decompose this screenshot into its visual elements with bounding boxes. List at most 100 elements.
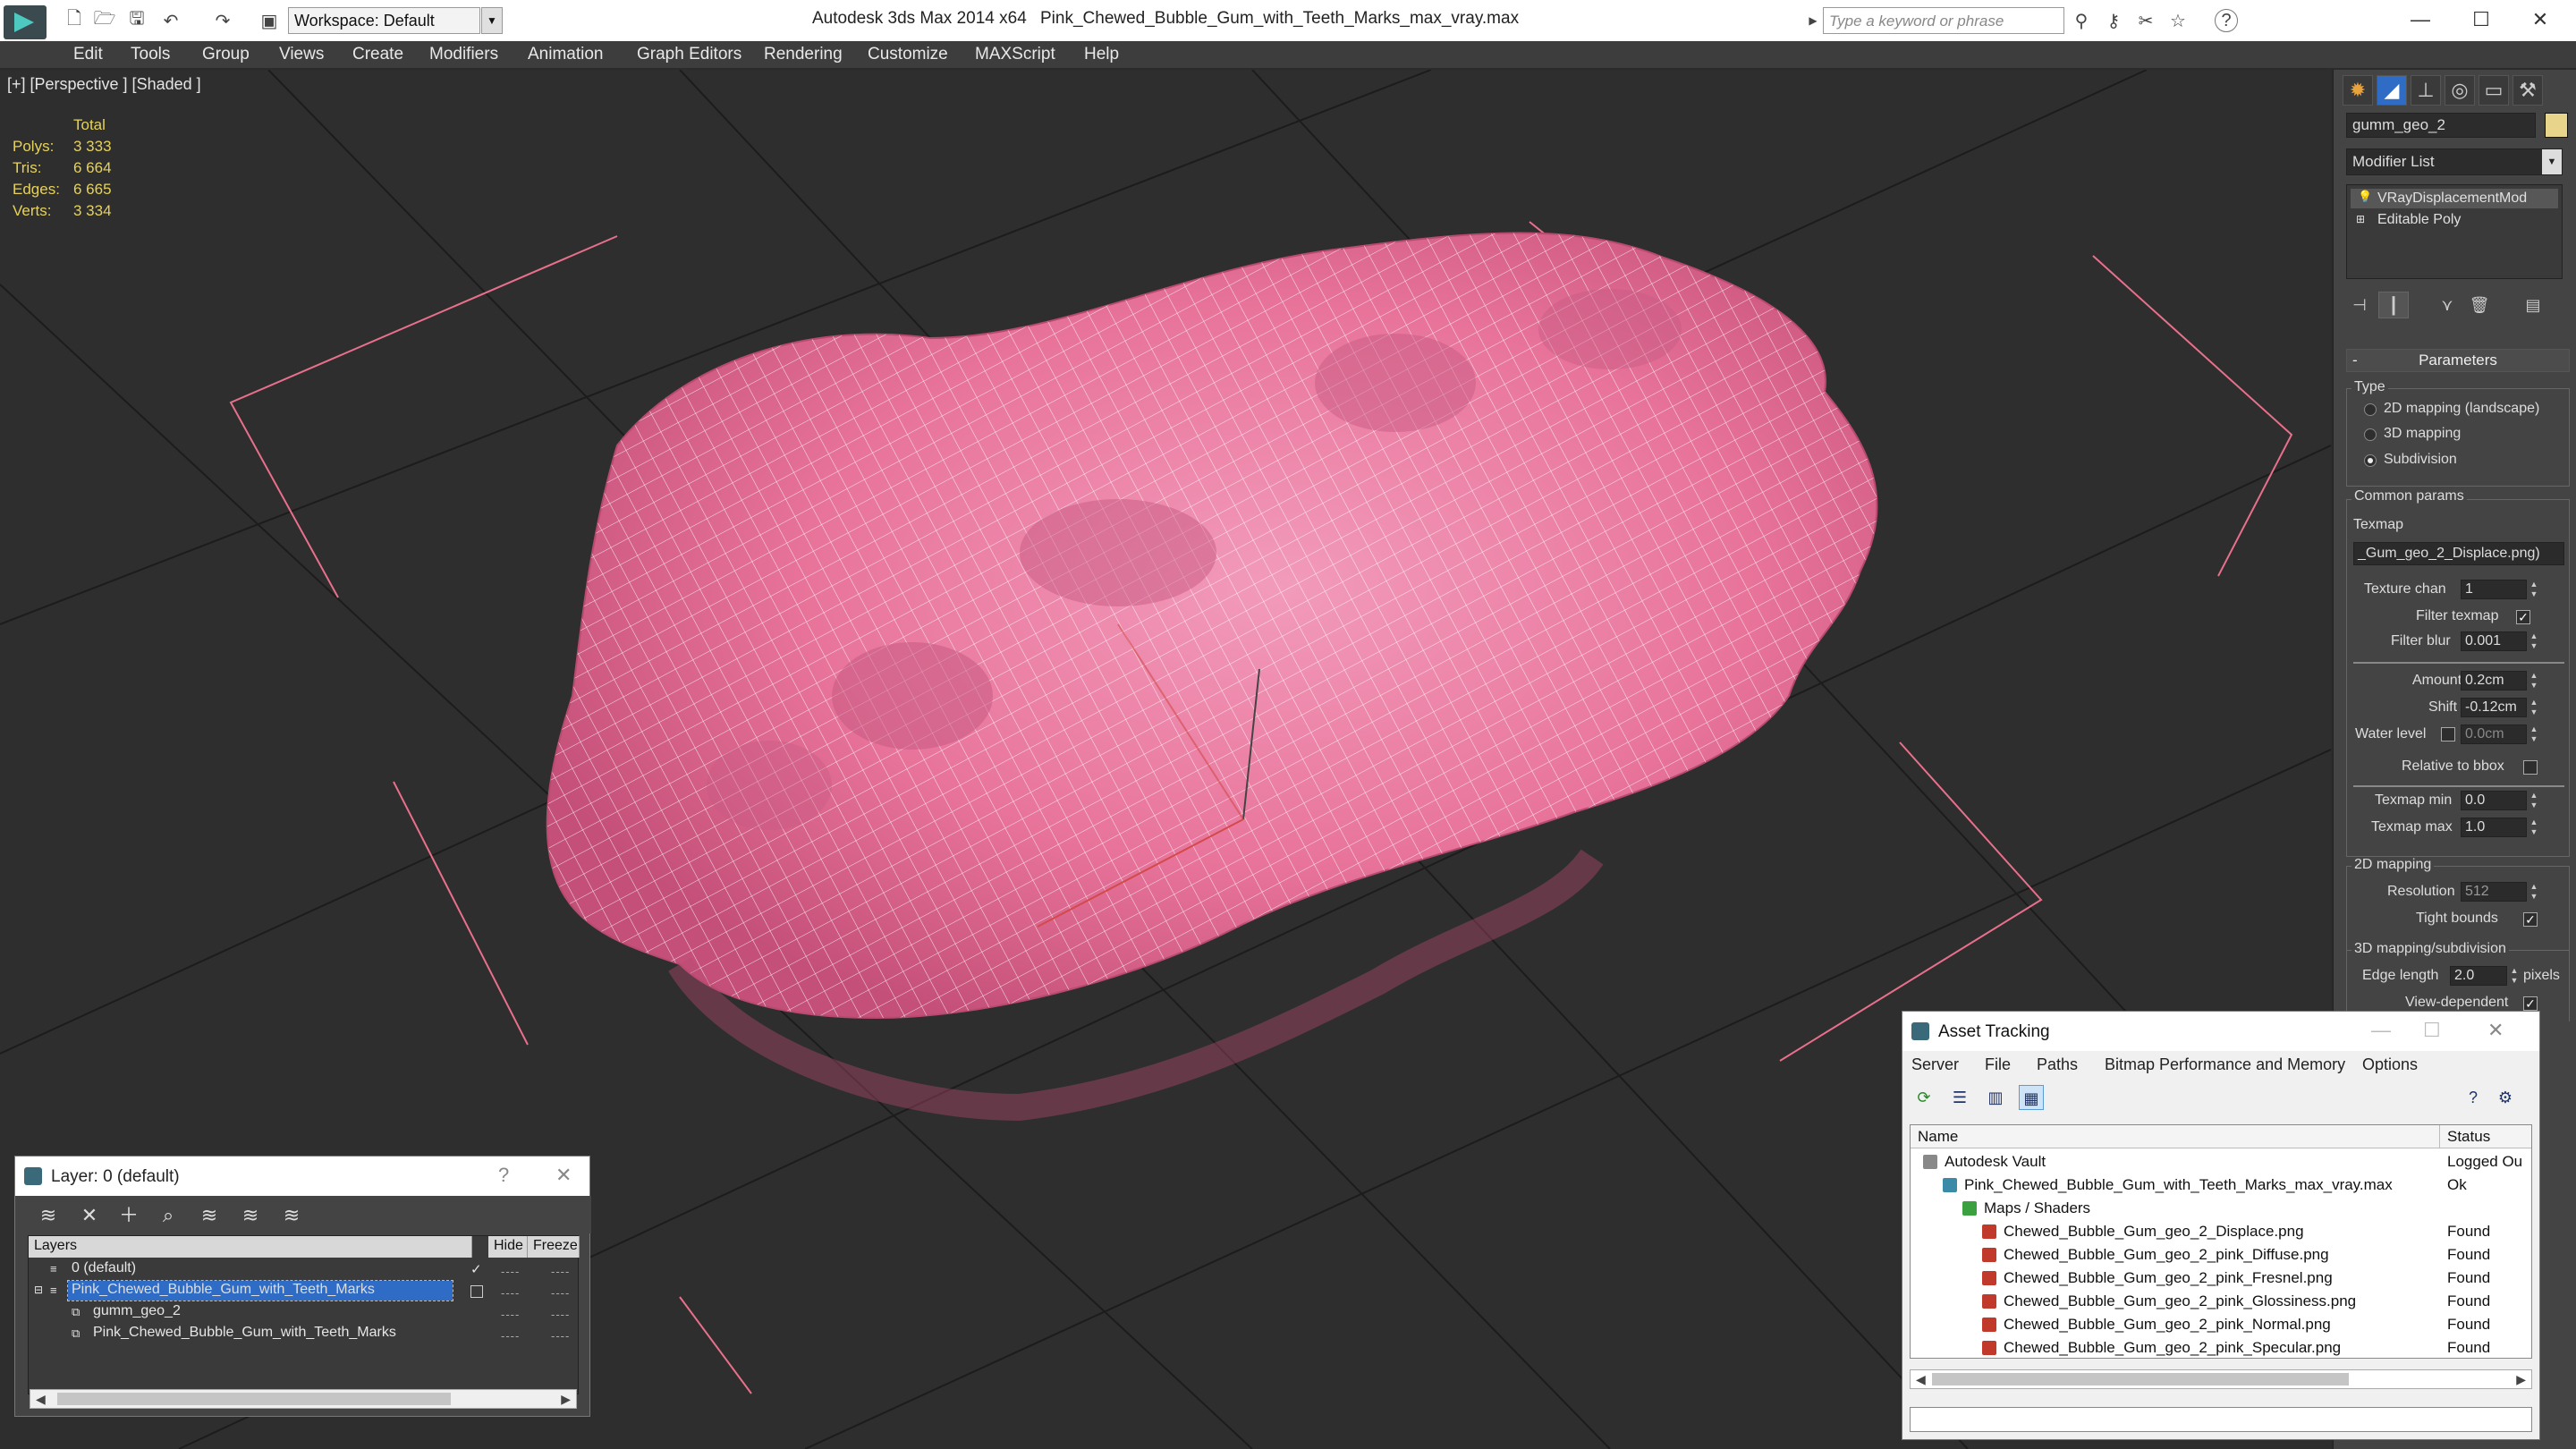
asset-row[interactable]: Chewed_Bubble_Gum_geo_2_pink_Diffuse.png… bbox=[1911, 1243, 2531, 1267]
chevron-down-icon[interactable]: ▼ bbox=[2542, 149, 2562, 174]
menu-options[interactable]: Options bbox=[2362, 1055, 2418, 1074]
viewport-label[interactable]: [+] [Perspective ] [Shaded ] bbox=[7, 75, 201, 94]
hide-all-layers-icon[interactable]: ≋ bbox=[237, 1203, 264, 1228]
water-level-field[interactable]: 0.0cm bbox=[2461, 724, 2527, 744]
stack-item-vraydisplacement[interactable]: 💡 VRayDisplacementMod bbox=[2351, 189, 2558, 208]
texmap-button[interactable]: _Gum_geo_2_Displace.png) bbox=[2353, 542, 2564, 565]
layer-row[interactable]: ⧉ gumm_geo_2 ---- ---- bbox=[29, 1302, 578, 1324]
spinner-arrows-icon[interactable]: ▲ ▼ bbox=[2529, 631, 2539, 651]
layer-window-titlebar[interactable]: Layer: 0 (default) ? ✕ bbox=[15, 1157, 589, 1196]
column-header-hide[interactable]: Hide bbox=[488, 1236, 528, 1258]
collapse-icon[interactable]: ⊟ bbox=[34, 1284, 43, 1296]
spinner-arrows-icon[interactable]: ▲ ▼ bbox=[2529, 671, 2539, 691]
hide-toggle[interactable]: ---- bbox=[501, 1265, 520, 1278]
open-file-icon[interactable]: 🗁 bbox=[93, 9, 116, 32]
detail-view-icon[interactable]: ▥ bbox=[1983, 1085, 2008, 1110]
settings-icon[interactable]: ⚙ bbox=[2493, 1085, 2518, 1110]
hide-toggle[interactable]: ---- bbox=[501, 1329, 520, 1343]
close-button[interactable]: ✕ bbox=[2487, 1019, 2504, 1042]
asset-row[interactable]: Pink_Chewed_Bubble_Gum_with_Teeth_Marks_… bbox=[1911, 1174, 2531, 1197]
remove-modifier-icon[interactable]: 🗑 bbox=[2464, 292, 2495, 318]
menu-maxscript[interactable]: MAXScript bbox=[975, 45, 1055, 64]
scroll-left-icon[interactable]: ◀ bbox=[36, 1390, 46, 1408]
spinner-arrows-icon[interactable]: ▲ ▼ bbox=[2529, 818, 2539, 837]
motion-tab-icon[interactable]: ◎ bbox=[2445, 75, 2475, 106]
layer-row[interactable]: ⊟ ≡ Pink_Chewed_Bubble_Gum_with_Teeth_Ma… bbox=[29, 1280, 578, 1302]
close-button[interactable]: ✕ bbox=[555, 1164, 572, 1187]
menu-customize[interactable]: Customize bbox=[868, 45, 948, 64]
horizontal-scrollbar[interactable]: ◀ ▶ bbox=[30, 1389, 577, 1409]
freeze-toggle[interactable]: ---- bbox=[551, 1329, 570, 1343]
texmap-max-field[interactable]: 1.0 bbox=[2461, 818, 2527, 837]
menu-help[interactable]: Help bbox=[1084, 45, 1119, 64]
refresh-icon[interactable]: ⟳ bbox=[1911, 1085, 1936, 1110]
relative-bbox-checkbox[interactable] bbox=[2523, 760, 2538, 775]
texture-chan-field[interactable]: 1 bbox=[2461, 580, 2527, 599]
gum-object[interactable] bbox=[546, 232, 1878, 1122]
menu-group[interactable]: Group bbox=[202, 45, 250, 64]
tight-bounds-checkbox[interactable]: ✓ bbox=[2523, 912, 2538, 927]
scrollbar-thumb[interactable] bbox=[1932, 1373, 2349, 1385]
freeze-all-layers-icon[interactable]: ≋ bbox=[278, 1203, 305, 1228]
minimize-button[interactable]: — bbox=[2371, 1019, 2391, 1042]
scroll-right-icon[interactable]: ▶ bbox=[561, 1390, 571, 1408]
project-folder-icon[interactable]: ▣ bbox=[258, 9, 281, 32]
radio-3d-mapping[interactable] bbox=[2364, 428, 2377, 441]
edge-length-field[interactable]: 2.0 bbox=[2450, 966, 2507, 986]
create-tab-icon[interactable]: ✹ bbox=[2343, 75, 2373, 106]
help-button[interactable]: ? bbox=[498, 1164, 509, 1187]
spinner-arrows-icon[interactable]: ▲ ▼ bbox=[2529, 791, 2539, 810]
filter-texmap-checkbox[interactable]: ✓ bbox=[2516, 610, 2530, 624]
menu-tools[interactable]: Tools bbox=[131, 45, 170, 64]
table-view-icon[interactable]: ▦ bbox=[2019, 1085, 2044, 1110]
app-logo-icon[interactable] bbox=[4, 5, 47, 39]
object-name-field[interactable]: gumm_geo_2 bbox=[2346, 113, 2536, 138]
column-header-layers[interactable]: Layers bbox=[29, 1236, 472, 1258]
menu-create[interactable]: Create bbox=[352, 45, 403, 64]
delete-layer-icon[interactable]: ✕ bbox=[76, 1203, 103, 1228]
hierarchy-tab-icon[interactable]: ⊥ bbox=[2411, 75, 2441, 106]
layer-row[interactable]: ≡ 0 (default) ✓ ---- ---- bbox=[29, 1259, 578, 1281]
shift-field[interactable]: -0.12cm bbox=[2461, 698, 2527, 717]
horizontal-scrollbar[interactable]: ◀ ▶ bbox=[1910, 1369, 2532, 1389]
create-layer-icon[interactable]: ≋ bbox=[35, 1203, 62, 1228]
binoculars-icon[interactable]: ⚲ bbox=[2070, 9, 2093, 32]
view-dependent-checkbox[interactable]: ✓ bbox=[2523, 996, 2538, 1011]
freeze-toggle[interactable]: ---- bbox=[551, 1286, 570, 1300]
freeze-toggle[interactable]: ---- bbox=[551, 1265, 570, 1278]
minimize-button[interactable]: — bbox=[2401, 5, 2440, 34]
freeze-toggle[interactable]: ---- bbox=[551, 1308, 570, 1321]
spinner-arrows-icon[interactable]: ▲ ▼ bbox=[2529, 698, 2539, 717]
hide-toggle[interactable]: ---- bbox=[501, 1286, 520, 1300]
spinner-arrows-icon[interactable]: ▲ ▼ bbox=[2509, 966, 2520, 986]
modifier-list-dropdown[interactable]: Modifier List ▼ bbox=[2346, 148, 2563, 175]
add-to-layer-icon[interactable]: ＋ bbox=[115, 1203, 142, 1228]
menu-edit[interactable]: Edit bbox=[73, 45, 103, 64]
resolution-field[interactable]: 512 bbox=[2461, 882, 2527, 902]
show-end-result-icon[interactable]: ┃ bbox=[2378, 292, 2409, 318]
asset-row[interactable]: Chewed_Bubble_Gum_geo_2_pink_Fresnel.png… bbox=[1911, 1267, 2531, 1290]
star-icon[interactable]: ☆ bbox=[2166, 9, 2190, 32]
scroll-left-icon[interactable]: ◀ bbox=[1916, 1370, 1926, 1388]
filter-blur-field[interactable]: 0.001 bbox=[2461, 631, 2527, 651]
menu-file[interactable]: File bbox=[1985, 1055, 2011, 1074]
close-button[interactable]: ✕ bbox=[2521, 5, 2560, 34]
pin-stack-icon[interactable]: ⊣ bbox=[2344, 292, 2375, 318]
active-layer-check-icon[interactable]: ✓ bbox=[470, 1261, 482, 1277]
asset-row[interactable]: Chewed_Bubble_Gum_geo_2_pink_Specular.pn… bbox=[1911, 1336, 2531, 1358]
list-view-icon[interactable]: ☰ bbox=[1947, 1085, 1972, 1110]
spinner-arrows-icon[interactable]: ▲ ▼ bbox=[2529, 724, 2539, 744]
asset-row[interactable]: Chewed_Bubble_Gum_geo_2_pink_Normal.png F… bbox=[1911, 1313, 2531, 1336]
stack-item-editable-poly[interactable]: ⊞ Editable Poly bbox=[2351, 210, 2558, 230]
undo-icon[interactable]: ↶ bbox=[159, 9, 182, 32]
asset-row[interactable]: Chewed_Bubble_Gum_geo_2_Displace.png Foun… bbox=[1911, 1220, 2531, 1243]
menu-rendering[interactable]: Rendering bbox=[764, 45, 843, 64]
expand-search-icon[interactable]: ▶ bbox=[1801, 9, 1825, 32]
menu-graph-editors[interactable]: Graph Editors bbox=[637, 45, 741, 64]
scrollbar-thumb[interactable] bbox=[57, 1393, 451, 1405]
asset-window-titlebar[interactable]: Asset Tracking — ☐ ✕ bbox=[1902, 1012, 2539, 1051]
water-level-checkbox[interactable] bbox=[2441, 727, 2455, 741]
texmap-min-field[interactable]: 0.0 bbox=[2461, 791, 2527, 810]
display-tab-icon[interactable]: ▭ bbox=[2479, 75, 2509, 106]
help-icon[interactable]: ? bbox=[2215, 9, 2238, 32]
